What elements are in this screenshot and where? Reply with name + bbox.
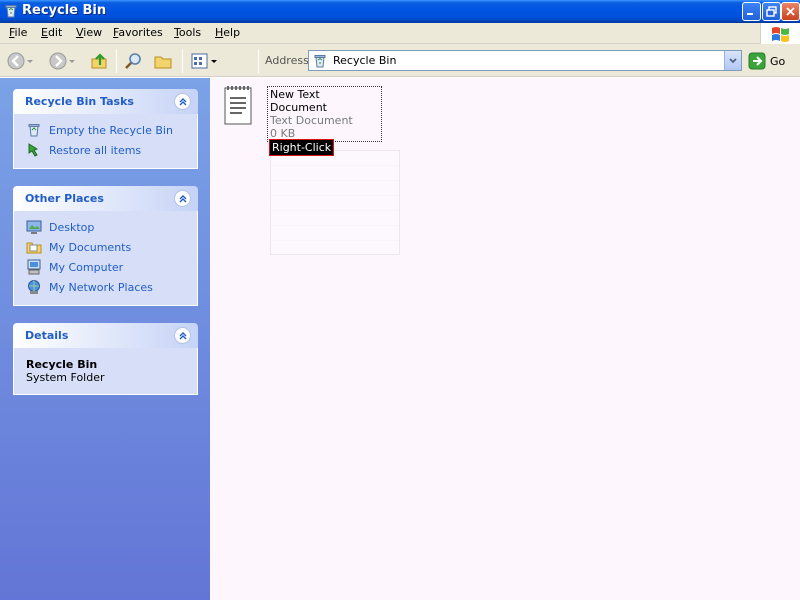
toolbar-separator (258, 49, 259, 73)
desktop-link[interactable]: Desktop (14, 217, 197, 237)
minimize-button[interactable] (742, 2, 761, 21)
up-folder-button[interactable] (90, 50, 110, 72)
forward-arrow-icon (48, 51, 68, 71)
other-places-panel: Other Places Desktop My Documents (13, 186, 198, 306)
panel-header[interactable]: Other Places (13, 186, 198, 211)
collapse-chevron-icon[interactable] (174, 327, 191, 344)
panel-header[interactable]: Details (13, 323, 198, 348)
close-button[interactable] (781, 2, 800, 21)
forward-button[interactable] (48, 50, 76, 72)
search-icon (124, 51, 144, 71)
recycle-bin-tasks-panel: Recycle Bin Tasks Empty the Recycle Bin … (13, 89, 198, 169)
task-label: Restore all items (49, 144, 141, 157)
go-arrow-icon (748, 52, 766, 70)
recycle-bin-icon (312, 53, 328, 69)
menu-tools[interactable]: Tools (174, 26, 201, 39)
address-label: Address (265, 54, 309, 67)
window-title: Recycle Bin (22, 3, 106, 18)
chevron-down-icon (728, 56, 738, 66)
chevron-down-icon (68, 51, 76, 71)
empty-recycle-bin-link[interactable]: Empty the Recycle Bin (14, 120, 197, 140)
file-name: New Text Document (270, 88, 379, 114)
search-button[interactable] (124, 50, 144, 72)
toolbar-separator (116, 49, 117, 73)
collapse-chevron-icon[interactable] (174, 190, 191, 207)
restore-window-icon (766, 6, 777, 17)
file-label-box: New Text Document Text Document 0 KB (267, 86, 382, 142)
details-type: System Folder (14, 371, 197, 384)
address-dropdown-button[interactable] (724, 51, 741, 70)
views-button[interactable] (190, 50, 218, 72)
task-pane: Recycle Bin Tasks Empty the Recycle Bin … (0, 78, 210, 600)
panel-body: Recycle Bin System Folder (13, 348, 198, 395)
menu-help[interactable]: Help (215, 26, 240, 39)
panel-title: Details (25, 329, 68, 342)
collapse-chevron-icon[interactable] (174, 93, 191, 110)
address-value: Recycle Bin (333, 54, 396, 67)
menu-view[interactable]: View (76, 26, 102, 39)
restore-all-items-link[interactable]: Restore all items (14, 140, 197, 160)
text-document-icon (222, 84, 256, 126)
folders-button[interactable] (153, 50, 173, 72)
file-type: Text Document (270, 114, 379, 127)
right-click-annotation: Right-Click (269, 139, 334, 156)
panel-body: Desktop My Documents My Computer My Netw… (13, 211, 198, 306)
network-places-icon (26, 279, 42, 295)
go-label: Go (770, 55, 785, 68)
place-label: Desktop (49, 221, 94, 234)
chevron-down-icon (210, 51, 218, 71)
details-name: Recycle Bin (14, 358, 197, 371)
menu-favorites[interactable]: Favorites (113, 26, 163, 39)
panel-title: Recycle Bin Tasks (25, 95, 134, 108)
file-list-area[interactable]: New Text Document Text Document 0 KB Rig… (210, 78, 800, 600)
my-computer-link[interactable]: My Computer (14, 257, 197, 277)
menu-bar: File Edit View Favorites Tools Help (0, 23, 800, 44)
maximize-button[interactable] (762, 2, 781, 21)
toolbar-separator (182, 49, 183, 73)
my-documents-link[interactable]: My Documents (14, 237, 197, 257)
task-label: Empty the Recycle Bin (49, 124, 173, 137)
restore-arrow-icon (26, 142, 42, 158)
my-computer-icon (26, 259, 42, 275)
address-bar[interactable]: Recycle Bin (308, 50, 742, 71)
my-network-places-link[interactable]: My Network Places (14, 277, 197, 297)
details-panel: Details Recycle Bin System Folder (13, 323, 198, 395)
recycle-bin-icon (26, 122, 42, 138)
back-arrow-icon (6, 51, 26, 71)
views-icon (190, 51, 210, 71)
windows-logo-icon (760, 23, 800, 44)
go-button[interactable]: Go (748, 51, 785, 71)
menu-file[interactable]: File (9, 26, 27, 39)
minimize-icon (746, 6, 757, 17)
recycle-bin-icon (3, 3, 19, 19)
panel-body: Empty the Recycle Bin Restore all items (13, 114, 198, 169)
place-label: My Computer (49, 261, 123, 274)
title-bar[interactable]: Recycle Bin (0, 0, 800, 23)
place-label: My Network Places (49, 281, 153, 294)
place-label: My Documents (49, 241, 131, 254)
panel-header[interactable]: Recycle Bin Tasks (13, 89, 198, 114)
up-folder-icon (90, 51, 110, 71)
my-documents-icon (26, 239, 42, 255)
folders-icon (153, 51, 173, 71)
context-menu-ghost (270, 150, 400, 255)
menu-edit[interactable]: Edit (41, 26, 62, 39)
chevron-down-icon (26, 51, 34, 71)
close-icon (785, 6, 796, 17)
panel-title: Other Places (25, 192, 104, 205)
back-button[interactable] (6, 50, 34, 72)
file-item[interactable]: New Text Document Text Document 0 KB (222, 84, 382, 126)
desktop-icon (26, 219, 42, 235)
